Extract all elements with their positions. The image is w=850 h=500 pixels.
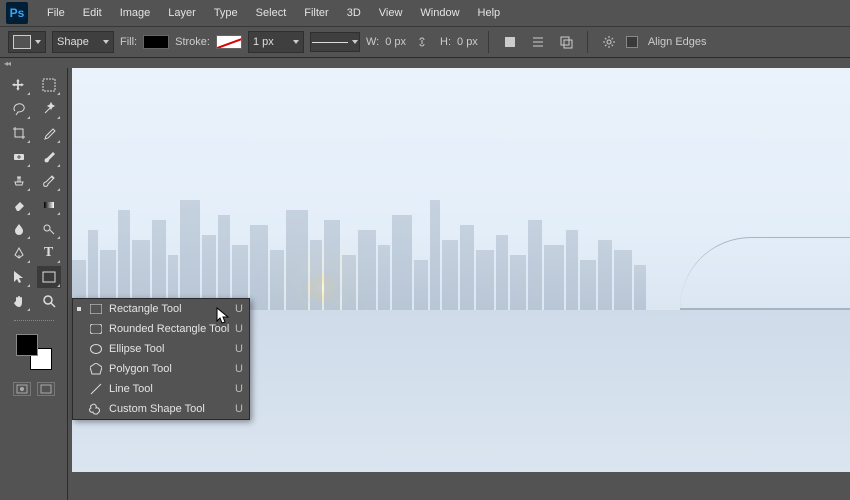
flyout-polygon-tool[interactable]: Polygon Tool U	[73, 359, 249, 379]
zoom-tool[interactable]	[37, 290, 61, 312]
lasso-tool[interactable]	[7, 98, 31, 120]
screen-mode-button[interactable]	[37, 382, 55, 396]
history-brush-tool[interactable]	[37, 170, 61, 192]
width-value: 0 px	[385, 36, 406, 48]
fill-swatch[interactable]	[143, 35, 169, 49]
options-bar: Shape Fill: Stroke: 1 px W: 0 px H: 0 px…	[0, 26, 850, 58]
flyout-item-shortcut: U	[235, 303, 243, 315]
canvas-content	[680, 190, 850, 310]
menu-view[interactable]: View	[370, 3, 412, 23]
menu-edit[interactable]: Edit	[74, 3, 111, 23]
menu-bar: Ps File Edit Image Layer Type Select Fil…	[0, 0, 850, 26]
height-value: 0 px	[457, 36, 478, 48]
flyout-item-shortcut: U	[235, 343, 243, 355]
flyout-line-tool[interactable]: Line Tool U	[73, 379, 249, 399]
menu-type[interactable]: Type	[205, 3, 247, 23]
move-tool[interactable]	[7, 74, 31, 96]
stroke-label: Stroke:	[175, 36, 210, 48]
separator	[488, 31, 489, 53]
dodge-tool[interactable]	[37, 218, 61, 240]
blur-tool[interactable]	[7, 218, 31, 240]
line-icon	[89, 383, 103, 395]
brush-tool[interactable]	[37, 146, 61, 168]
rounded-rectangle-icon	[89, 323, 103, 335]
menu-filter[interactable]: Filter	[295, 3, 337, 23]
flyout-item-label: Custom Shape Tool	[109, 403, 235, 415]
menu-select[interactable]: Select	[247, 3, 296, 23]
ellipse-icon	[89, 343, 103, 355]
flyout-ellipse-tool[interactable]: Ellipse Tool U	[73, 339, 249, 359]
polygon-icon	[89, 363, 103, 375]
healing-brush-tool[interactable]	[7, 146, 31, 168]
foreground-color-swatch[interactable]	[16, 334, 38, 356]
stroke-width-input[interactable]: 1 px	[248, 31, 304, 53]
color-swatches[interactable]	[16, 334, 52, 370]
magic-wand-tool[interactable]	[37, 98, 61, 120]
gradient-tool[interactable]	[37, 194, 61, 216]
path-arrangement-button[interactable]	[555, 32, 577, 52]
app-logo: Ps	[6, 2, 28, 24]
menu-window[interactable]: Window	[411, 3, 468, 23]
stroke-swatch[interactable]	[216, 35, 242, 49]
clone-stamp-tool[interactable]	[7, 170, 31, 192]
path-alignment-button[interactable]	[527, 32, 549, 52]
align-edges-checkbox[interactable]	[626, 36, 638, 48]
flyout-item-label: Line Tool	[109, 383, 235, 395]
flyout-item-shortcut: U	[235, 323, 243, 335]
path-selection-tool[interactable]	[7, 266, 31, 288]
flyout-item-shortcut: U	[235, 403, 243, 415]
menu-3d[interactable]: 3D	[338, 3, 370, 23]
flyout-item-label: Polygon Tool	[109, 363, 235, 375]
marquee-tool[interactable]	[37, 74, 61, 96]
menu-image[interactable]: Image	[111, 3, 160, 23]
rectangle-tool[interactable]	[37, 266, 61, 288]
chevron-down-icon	[35, 40, 41, 44]
chevron-down-icon	[103, 40, 109, 44]
mouse-cursor	[216, 307, 230, 325]
height-label: H:	[440, 36, 451, 48]
menu-help[interactable]: Help	[469, 3, 510, 23]
flyout-item-shortcut: U	[235, 363, 243, 375]
width-label: W:	[366, 36, 379, 48]
toolbar-collapse-handle[interactable]: ◂◂	[0, 58, 14, 68]
stroke-style-dropdown[interactable]	[310, 32, 360, 52]
path-operations-button[interactable]	[499, 32, 521, 52]
gear-icon[interactable]	[598, 32, 620, 52]
tool-preset-picker[interactable]	[8, 31, 46, 53]
crop-tool[interactable]	[7, 122, 31, 144]
stroke-width-value: 1 px	[253, 36, 274, 48]
quick-mask-button[interactable]	[13, 382, 31, 396]
flyout-custom-shape-tool[interactable]: Custom Shape Tool U	[73, 399, 249, 419]
menu-layer[interactable]: Layer	[159, 3, 205, 23]
shape-mode-label: Shape	[57, 36, 89, 48]
menu-file[interactable]: File	[38, 3, 74, 23]
rectangle-icon	[89, 303, 103, 315]
fill-label: Fill:	[120, 36, 137, 48]
custom-shape-icon	[89, 403, 103, 415]
type-tool[interactable]: T	[37, 242, 61, 264]
tools-panel: T	[0, 68, 68, 500]
eyedropper-tool[interactable]	[37, 122, 61, 144]
align-edges-label: Align Edges	[648, 36, 707, 48]
toolbar-divider	[14, 320, 54, 324]
eraser-tool[interactable]	[7, 194, 31, 216]
flyout-item-shortcut: U	[235, 383, 243, 395]
link-wh-button[interactable]	[412, 32, 434, 52]
pen-tool[interactable]	[7, 242, 31, 264]
hand-tool[interactable]	[7, 290, 31, 312]
separator	[587, 31, 588, 53]
shape-mode-dropdown[interactable]: Shape	[52, 31, 114, 53]
flyout-item-label: Ellipse Tool	[109, 343, 235, 355]
chevron-down-icon	[293, 40, 299, 44]
chevron-down-icon	[352, 40, 358, 44]
